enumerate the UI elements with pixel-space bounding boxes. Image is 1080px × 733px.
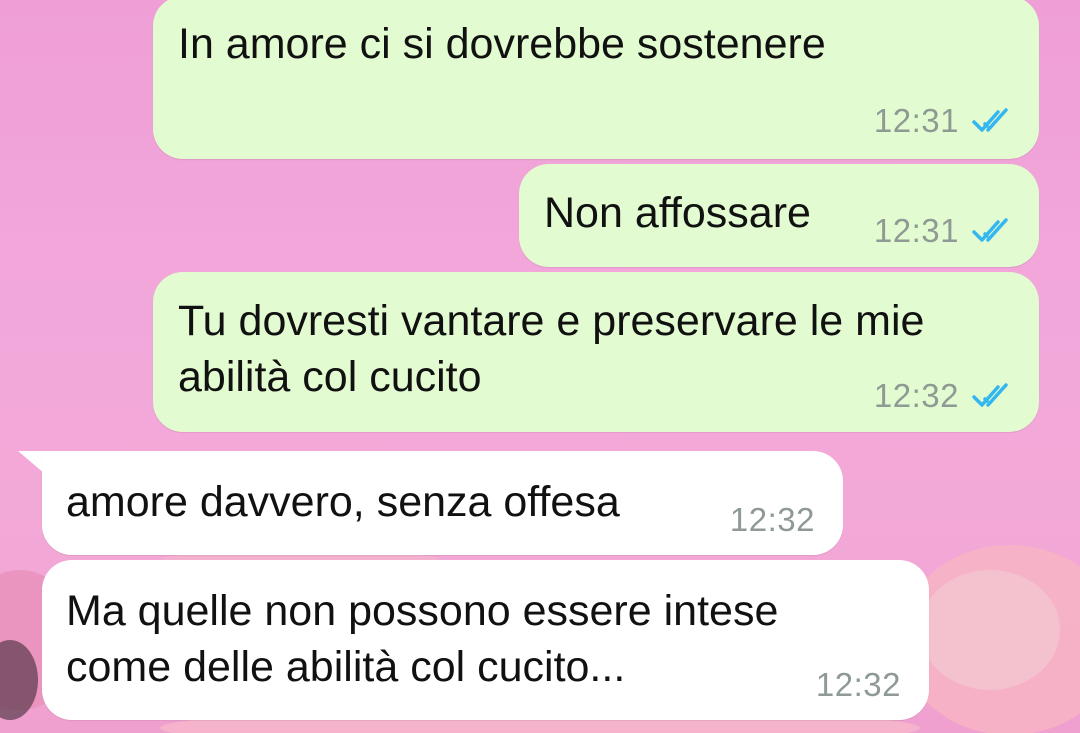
message-timestamp: 12:32 bbox=[873, 377, 959, 414]
message-text: In amore ci si dovrebbe sostenere bbox=[178, 20, 826, 68]
message-bubble-incoming[interactable]: amore davvero, senza offesa 12:32 bbox=[42, 451, 843, 555]
message-bubble-outgoing[interactable]: Non affossare 12:31 bbox=[519, 164, 1039, 267]
message-text: Tu dovresti vantare e preservare le mie … bbox=[178, 297, 925, 401]
message-timestamp: 12:32 bbox=[815, 666, 901, 703]
message-meta: 12:31 bbox=[874, 212, 1015, 250]
message-text: Ma quelle non possono essere intese come… bbox=[66, 587, 779, 691]
message-meta: 12:32 bbox=[816, 666, 901, 704]
double-check-icon bbox=[972, 218, 1008, 242]
message-bubble-incoming[interactable]: Ma quelle non possono essere intese come… bbox=[42, 560, 929, 720]
message-timestamp: 12:31 bbox=[873, 102, 959, 139]
double-check-icon bbox=[972, 108, 1008, 132]
message-bubble-outgoing[interactable]: In amore ci si dovrebbe sostenere 12:31 bbox=[153, 0, 1039, 159]
message-timestamp: 12:32 bbox=[729, 501, 815, 538]
message-text: Non affossare bbox=[544, 189, 811, 237]
message-timestamp: 12:31 bbox=[873, 212, 959, 249]
message-meta: 12:32 bbox=[874, 377, 1015, 415]
message-text: amore davvero, senza offesa bbox=[66, 478, 620, 526]
double-check-icon bbox=[972, 383, 1008, 407]
message-meta: 12:32 bbox=[730, 501, 815, 539]
message-bubble-outgoing[interactable]: Tu dovresti vantare e preservare le mie … bbox=[153, 272, 1039, 432]
message-meta: 12:31 bbox=[874, 102, 1015, 140]
